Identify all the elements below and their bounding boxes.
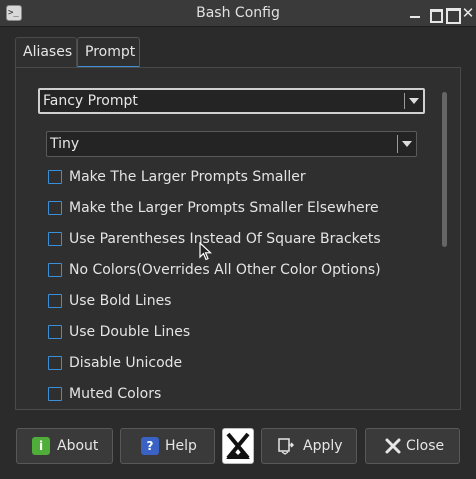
checkbox[interactable] <box>48 201 62 215</box>
prompt-style-value: Fancy Prompt <box>43 93 138 109</box>
tab-prompt[interactable]: Prompt <box>77 37 140 68</box>
about-label: About <box>57 438 99 454</box>
close-window-button[interactable]: ✕ <box>458 0 476 27</box>
chevron-down-icon <box>402 141 412 147</box>
apply-label: Apply <box>303 438 343 454</box>
chevron-down-icon <box>409 98 419 104</box>
prompt-size-value: Tiny <box>50 136 80 152</box>
about-button[interactable]: About <box>16 428 113 464</box>
help-button[interactable]: Help <box>120 428 215 464</box>
combo-separator <box>404 93 405 109</box>
help-label: Help <box>165 438 197 454</box>
title-bar[interactable]: Bash Config ✕ <box>0 0 476 27</box>
checkbox-label: No Colors(Overrides All Other Color Opti… <box>69 262 381 278</box>
mouse-cursor-icon <box>199 242 213 261</box>
prompt-style-select[interactable]: Fancy Prompt <box>38 88 425 114</box>
checkbox[interactable] <box>48 170 62 184</box>
checkbox-label: Use Parentheses Instead Of Square Bracke… <box>69 231 381 247</box>
mx-logo-icon <box>226 432 250 460</box>
x-icon <box>385 438 401 454</box>
checkbox[interactable] <box>48 232 62 246</box>
scrollbar[interactable] <box>442 92 447 247</box>
checkbox-label: Make the Larger Prompts Smaller Elsewher… <box>69 200 379 216</box>
mx-logo-button[interactable] <box>222 428 254 464</box>
checkbox[interactable] <box>48 294 62 308</box>
checkbox[interactable] <box>48 263 62 277</box>
info-icon <box>32 437 50 455</box>
prompt-tab-panel: Fancy Prompt Tiny Make The Larger Prompt… <box>15 67 461 410</box>
close-button[interactable]: Close <box>365 428 460 464</box>
checkbox-label: Make The Larger Prompts Smaller <box>69 169 306 185</box>
combo-separator <box>397 135 398 153</box>
close-label: Close <box>406 438 445 454</box>
apply-icon <box>278 438 295 455</box>
checkbox-label: Muted Colors <box>69 386 162 402</box>
checkbox[interactable] <box>48 325 62 339</box>
checkbox-label: Use Bold Lines <box>69 293 172 309</box>
checkbox-label: Disable Unicode <box>69 355 183 371</box>
prompt-size-select[interactable]: Tiny <box>46 131 417 157</box>
question-icon <box>141 437 159 455</box>
checkbox[interactable] <box>48 356 62 370</box>
checkbox[interactable] <box>48 387 62 401</box>
checkbox-label: Use Double Lines <box>69 324 191 340</box>
minimize-button[interactable] <box>405 0 425 27</box>
apply-button[interactable]: Apply <box>261 428 357 464</box>
tab-aliases[interactable]: Aliases <box>15 37 77 67</box>
